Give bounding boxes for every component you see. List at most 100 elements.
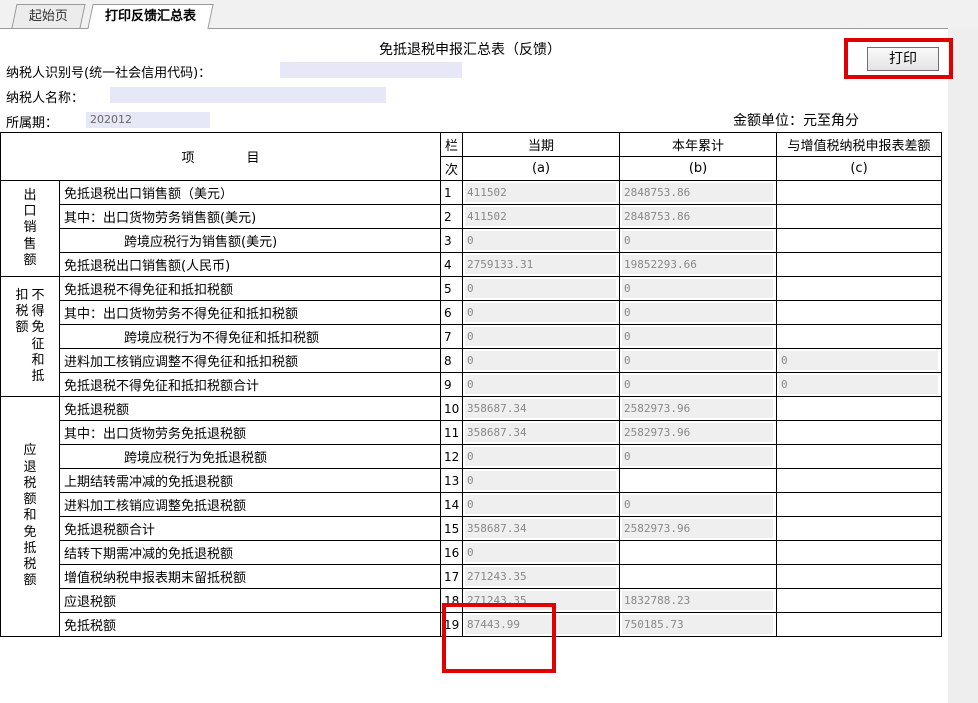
value-field-a[interactable]: 271243.35 — [465, 567, 617, 586]
period-value: 202012 — [86, 112, 210, 128]
cell-b: 0 — [619, 300, 778, 325]
cell-c — [776, 588, 943, 613]
section-label-s2b: 不得免征和抵 — [31, 287, 45, 384]
value-field-b[interactable]: 19852293.66 — [622, 255, 774, 274]
value-field-b[interactable]: 2582973.96 — [622, 423, 774, 442]
section-label-s2: 扣税额 不得免征和抵 — [0, 276, 60, 397]
value-field-b[interactable]: 2848753.86 — [622, 183, 774, 202]
value-field-a[interactable]: 0 — [465, 471, 617, 490]
value-field-a[interactable]: 0 — [465, 543, 617, 562]
row-number: 19 — [440, 612, 464, 637]
row-number: 3 — [440, 228, 464, 253]
value-field-b[interactable]: 2582973.96 — [622, 519, 774, 538]
value-field-a[interactable]: 2759133.31 — [465, 255, 617, 274]
tab-print-feedback-summary[interactable]: 打印反馈汇总表 — [87, 4, 214, 29]
value-field-b[interactable]: 0 — [622, 279, 774, 298]
value-field-b[interactable]: 0 — [622, 327, 774, 346]
cell-a: 271243.35 — [462, 588, 621, 613]
print-button[interactable]: 打印 — [867, 47, 939, 71]
value-field-a[interactable]: 358687.34 — [465, 423, 617, 442]
cell-c — [776, 204, 943, 229]
section-label-s1: 出口销售额 — [0, 180, 60, 277]
tab-bar: 起始页 打印反馈汇总表 — [0, 0, 978, 29]
cell-b — [619, 564, 778, 589]
value-field-a[interactable]: 0 — [465, 231, 617, 250]
value-field-a[interactable]: 271243.35 — [465, 591, 617, 610]
tab-home[interactable]: 起始页 — [11, 4, 86, 28]
section-label-s2a: 扣税额 — [15, 287, 29, 336]
row-number: 7 — [440, 324, 464, 349]
cell-c — [776, 468, 943, 493]
cell-a: 358687.34 — [462, 420, 621, 445]
value-field-b[interactable]: 0 — [622, 375, 774, 394]
value-field-b[interactable]: 0 — [622, 447, 774, 466]
table-row: 免抵退税出口销售额(人民币) 4 2759133.31 19852293.66 — [1, 252, 943, 277]
value-field-b[interactable]: 0 — [622, 231, 774, 250]
page-title: 免抵退税申报汇总表（反馈） — [379, 42, 561, 58]
cell-b: 2582973.96 — [619, 420, 778, 445]
value-field-c[interactable]: 0 — [779, 375, 939, 394]
value-field-a[interactable]: 0 — [465, 303, 617, 322]
row-number: 2 — [440, 204, 464, 229]
table-row: 免抵退税不得免征和抵扣税额合计 9 0 0 0 — [1, 372, 943, 397]
col-a-header: (a) — [462, 156, 621, 181]
value-field-b[interactable]: 2582973.96 — [622, 399, 774, 418]
cell-c — [776, 516, 943, 541]
value-field-a[interactable]: 0 — [465, 495, 617, 514]
value-field-b[interactable]: 2848753.86 — [622, 207, 774, 226]
scrollbar-track[interactable] — [948, 28, 978, 703]
col-no-header-1: 栏 — [440, 132, 464, 157]
row-item-name: 增值税纳税申报表期末留抵税额 — [58, 564, 442, 589]
col-diff-header: 与增值税纳税申报表差额 — [776, 132, 943, 157]
value-field-a[interactable]: 411502 — [465, 183, 617, 202]
col-c-header: (c) — [776, 156, 943, 181]
cell-a: 0 — [462, 348, 621, 373]
cell-c: 0 — [776, 348, 943, 373]
value-field-a[interactable]: 0 — [465, 279, 617, 298]
cell-b: 0 — [619, 348, 778, 373]
cell-c: 0 — [776, 372, 943, 397]
cell-c — [776, 612, 943, 637]
cell-c — [776, 252, 943, 277]
value-field-a[interactable]: 411502 — [465, 207, 617, 226]
value-field-a[interactable]: 358687.34 — [465, 399, 617, 418]
value-field-a[interactable]: 358687.34 — [465, 519, 617, 538]
value-field-a[interactable]: 0 — [465, 447, 617, 466]
row-number: 14 — [440, 492, 464, 517]
cell-c — [776, 540, 943, 565]
cell-a: 87443.99 — [462, 612, 621, 637]
table-row: 结转下期需冲减的免抵退税额 16 0 — [1, 540, 943, 565]
table-row: 上期结转需冲减的免抵退税额 13 0 — [1, 468, 943, 493]
cell-c — [776, 396, 943, 421]
cell-a: 0 — [462, 372, 621, 397]
table-row: 应退税额和免抵税额 免抵退税额 10 358687.34 2582973.96 — [0, 396, 943, 637]
row-number: 11 — [440, 420, 464, 445]
cell-c — [776, 564, 943, 589]
row-item-name: 免抵税额 — [58, 612, 442, 637]
row-item-name: 跨境应税行为不得免征和抵扣税额 — [58, 324, 442, 349]
value-field-a[interactable]: 0 — [465, 351, 617, 370]
value-field-b[interactable]: 0 — [622, 303, 774, 322]
value-field-a[interactable]: 0 — [465, 327, 617, 346]
value-field-b[interactable]: 750185.73 — [622, 615, 774, 634]
cell-c — [776, 180, 943, 205]
value-field-a[interactable]: 87443.99 — [465, 615, 617, 634]
value-field-a[interactable]: 0 — [465, 375, 617, 394]
cell-b: 1832788.23 — [619, 588, 778, 613]
value-field-b[interactable]: 0 — [622, 495, 774, 514]
value-field-b[interactable]: 1832788.23 — [622, 591, 774, 610]
table-row: 跨境应税行为不得免征和抵扣税额 7 0 0 — [1, 324, 943, 349]
row-number: 5 — [440, 276, 464, 301]
table-row: 应退税额 18 271243.35 1832788.23 — [1, 588, 943, 613]
cell-c — [776, 276, 943, 301]
cell-b: 2848753.86 — [619, 204, 778, 229]
col-ytd-header: 本年累计 — [619, 132, 778, 157]
row-item-name: 应退税额 — [58, 588, 442, 613]
section-text: 应退税额和免抵税额 — [23, 443, 37, 589]
value-field-b[interactable]: 0 — [622, 351, 774, 370]
row-item-name: 跨境应税行为免抵退税额 — [58, 444, 442, 469]
cell-a: 358687.34 — [462, 396, 621, 421]
value-field-c[interactable]: 0 — [779, 351, 939, 370]
row-number: 4 — [440, 252, 464, 277]
amount-unit-label: 金额单位：元至角分 — [733, 113, 859, 129]
